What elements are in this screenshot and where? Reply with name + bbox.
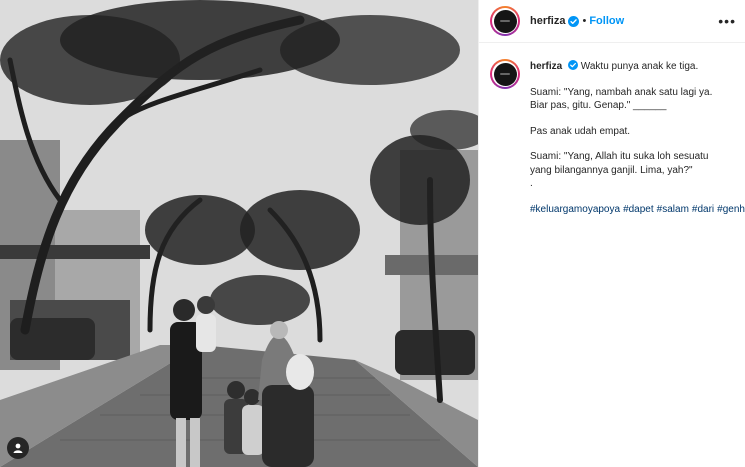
post-username[interactable]: herfiza <box>530 15 565 27</box>
follow-button[interactable]: Follow <box>589 15 624 27</box>
hashtag-link[interactable]: #genhalilintar <box>717 204 745 215</box>
post-caption: herfiza Waktu punya anak ke tiga. Suami:… <box>479 43 745 228</box>
post-header: herfiza • Follow ••• <box>479 0 745 43</box>
verified-badge-icon <box>568 15 580 27</box>
more-options-icon[interactable]: ••• <box>718 13 736 29</box>
caption-avatar[interactable] <box>490 59 520 89</box>
avatar[interactable] <box>490 6 520 36</box>
post-photo[interactable] <box>0 0 478 467</box>
separator-dot: • <box>582 15 587 27</box>
hashtag-link[interactable]: #dari <box>692 204 714 215</box>
caption-text: herfiza Waktu punya anak ke tiga. Suami:… <box>530 59 745 228</box>
caption-line-1: Waktu punya anak ke tiga. <box>580 61 699 72</box>
verified-badge-icon <box>568 60 579 70</box>
family-street-photo <box>0 0 478 467</box>
caption-username[interactable]: herfiza <box>530 61 562 72</box>
caption-paragraph-4: Suami: "Yang, Allah itu suka loh sesuatu… <box>530 151 709 176</box>
caption-paragraph-3: Pas anak udah empat. <box>530 125 631 137</box>
post-side-panel: herfiza • Follow ••• herfiza Waktu punya… <box>478 0 745 467</box>
caption-paragraph-2: Suami: "Yang, nambah anak satu lagi ya. … <box>530 86 713 112</box>
user-tag-icon[interactable] <box>7 437 29 459</box>
hashtag-link[interactable]: #dapet <box>623 204 654 215</box>
caption-hashtags: #keluargamoyapoya#dapet#salam#dari#genha… <box>530 203 745 217</box>
caption-paragraph-5: . <box>530 178 533 189</box>
hashtag-link[interactable]: #salam <box>657 204 689 215</box>
hashtag-link[interactable]: #keluargamoyapoya <box>530 204 620 215</box>
